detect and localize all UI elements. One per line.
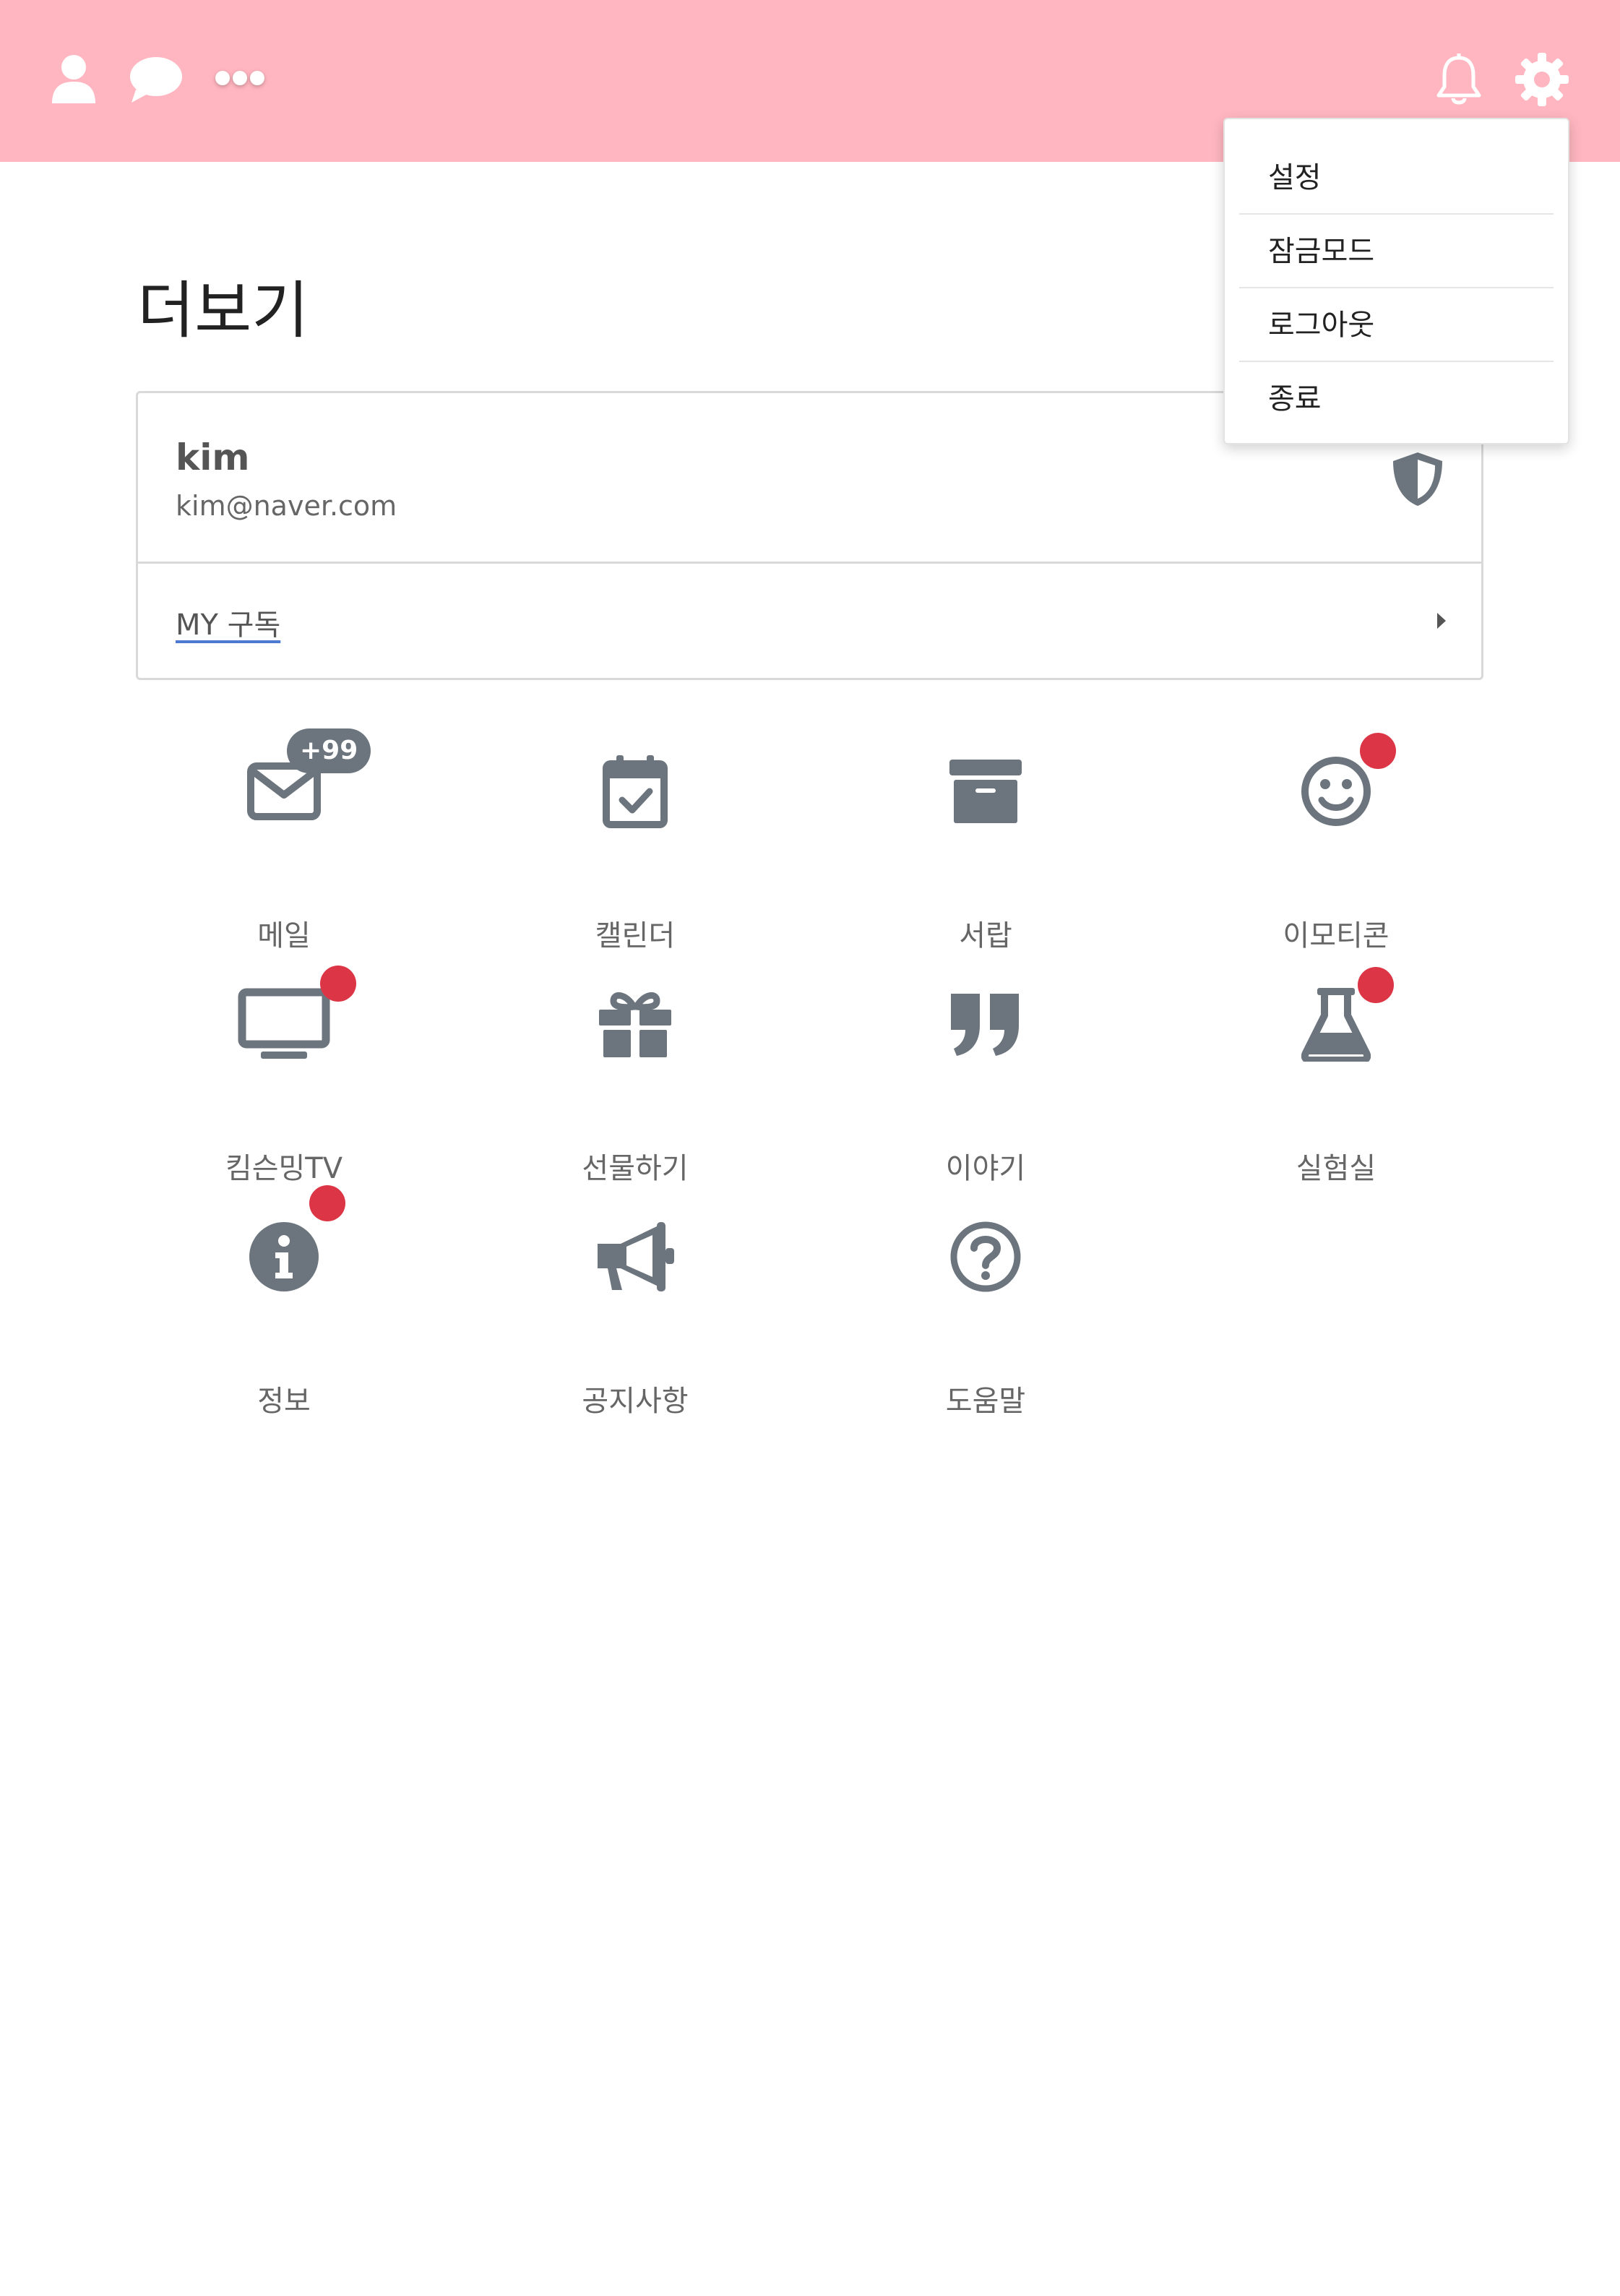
- menu-label: 서랍: [959, 919, 1012, 953]
- megaphone-icon: [585, 1210, 686, 1304]
- menu-item-lab[interactable]: 실험실: [1163, 955, 1509, 1187]
- menu-item-emoticon[interactable]: 이모티콘: [1163, 723, 1509, 954]
- menu-label: 선물하기: [582, 1152, 689, 1185]
- quote-icon: [935, 977, 1036, 1071]
- dropdown-item-logout[interactable]: 로그아웃: [1239, 288, 1554, 362]
- calendar-check-icon: [585, 744, 686, 838]
- user-icon[interactable]: [48, 51, 100, 108]
- menu-label: 도움말: [945, 1385, 1026, 1418]
- menu-label: 킴슨밍TV: [225, 1152, 343, 1185]
- gift-icon: [585, 977, 686, 1071]
- dropdown-item-settings[interactable]: 설정: [1239, 141, 1554, 215]
- menu-item-calendar[interactable]: 캘린더: [462, 723, 809, 954]
- menu-item-drawer[interactable]: 서랍: [812, 723, 1159, 954]
- caret-right-icon: [1435, 611, 1448, 633]
- my-subscription-row[interactable]: MY 구독: [138, 564, 1481, 680]
- notification-dot: [309, 1185, 345, 1221]
- notification-dot: [1358, 967, 1394, 1003]
- menu-item-tv[interactable]: 킴슨밍TV: [111, 955, 457, 1187]
- menu-label: 캘린더: [595, 919, 676, 953]
- profile-email: kim@naver.com: [176, 490, 397, 522]
- page-title: 더보기: [137, 275, 309, 347]
- dropdown-item-exit[interactable]: 종료: [1239, 362, 1554, 436]
- settings-dropdown: 설정 잠금모드 로그아웃 종료: [1223, 118, 1569, 444]
- menu-label: 이모티콘: [1283, 919, 1390, 953]
- menu-label: 메일: [257, 919, 311, 953]
- tv-icon: [233, 977, 335, 1071]
- dropdown-item-lock-mode[interactable]: 잠금모드: [1239, 215, 1554, 288]
- question-icon: [935, 1210, 1036, 1304]
- notification-dot: [320, 966, 356, 1002]
- profile-name: kim: [176, 437, 250, 478]
- bell-icon[interactable]: [1432, 51, 1486, 110]
- menu-item-info[interactable]: 정보: [111, 1185, 457, 1419]
- menu-item-mail[interactable]: +99 메일: [111, 723, 457, 954]
- menu-item-gift[interactable]: 선물하기: [462, 955, 809, 1187]
- more-icon[interactable]: [211, 62, 269, 94]
- shield-icon[interactable]: [1389, 450, 1447, 512]
- info-icon: [233, 1210, 335, 1304]
- menu-label: 이야기: [945, 1152, 1026, 1185]
- chat-icon[interactable]: [127, 52, 185, 107]
- menu-item-help[interactable]: 도움말: [812, 1188, 1159, 1419]
- mail-count-badge: +99: [287, 728, 371, 773]
- menu-item-story[interactable]: 이야기: [812, 955, 1159, 1187]
- gear-icon[interactable]: [1513, 51, 1571, 108]
- archive-icon: [935, 744, 1036, 838]
- menu-item-notice[interactable]: 공지사항: [462, 1188, 809, 1419]
- menu-label: 정보: [257, 1385, 311, 1418]
- menu-label: 공지사항: [582, 1385, 689, 1418]
- menu-label: 실험실: [1296, 1152, 1376, 1185]
- my-subscription-link[interactable]: MY 구독: [176, 601, 280, 643]
- notification-dot: [1360, 733, 1396, 769]
